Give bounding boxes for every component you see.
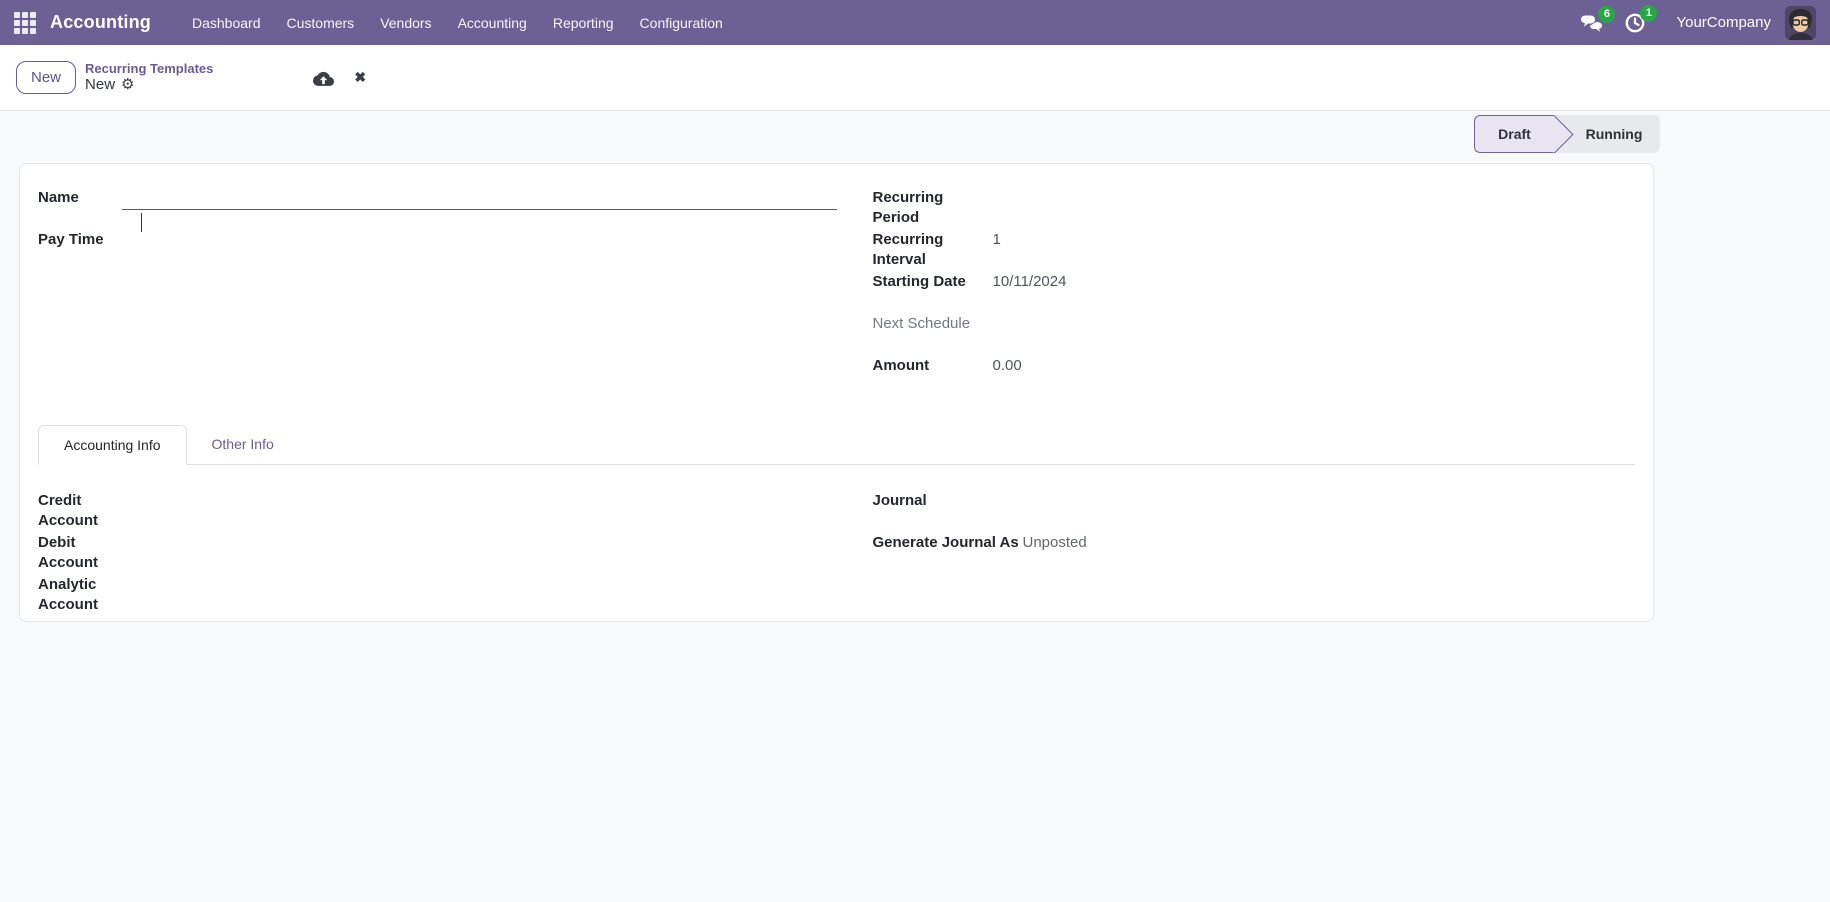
cloud-upload-icon <box>313 71 335 86</box>
activities-button[interactable]: 1 <box>1624 4 1658 34</box>
field-row-analytic-account: Analytic Account <box>38 575 837 617</box>
tab-other-info[interactable]: Other Info <box>187 424 299 464</box>
credit-account-label: Credit Account <box>38 492 98 529</box>
debit-account-value[interactable] <box>122 533 837 553</box>
credit-account-value[interactable] <box>122 491 837 511</box>
analytic-account-value[interactable] <box>122 575 837 595</box>
apps-menu-icon[interactable] <box>14 11 36 34</box>
nav-item-vendors[interactable]: Vendors <box>367 0 444 45</box>
field-row-starting-date: Starting Date 10/11/2024 <box>873 272 1636 314</box>
name-input[interactable] <box>122 188 837 210</box>
new-button[interactable]: New <box>16 61 77 94</box>
text-cursor <box>141 213 142 232</box>
nav-item-dashboard[interactable]: Dashboard <box>179 0 274 45</box>
field-row-pay-time: Pay Time <box>38 230 837 272</box>
discard-x-icon: ✖ <box>354 69 367 85</box>
top-navbar: Accounting Dashboard Customers Vendors A… <box>0 0 1830 45</box>
field-row-recurring-interval: Recurring Interval 1 <box>873 230 1636 272</box>
statusbar: Draft Running <box>1474 114 1660 154</box>
field-row-recurring-period: Recurring Period <box>873 188 1636 230</box>
avatar-face-icon <box>1785 5 1816 40</box>
starting-date-value[interactable]: 10/11/2024 <box>993 272 1636 292</box>
discard-record-button[interactable]: ✖ <box>354 69 366 86</box>
breadcrumb-current: New <box>85 76 116 93</box>
next-schedule-value <box>993 314 1636 334</box>
breadcrumb-link-recurring-templates[interactable]: Recurring Templates <box>85 61 213 76</box>
messages-button[interactable]: 6 <box>1580 5 1616 33</box>
journal-value[interactable] <box>1023 491 1636 511</box>
field-row-next-schedule: Next Schedule <box>873 314 1636 356</box>
form-sheet: Name Pay Time Recurring Period Recurring… <box>19 163 1654 622</box>
app-brand[interactable]: Accounting <box>50 12 151 33</box>
form-view: Draft Running Name Pay Time Recurring Pe… <box>0 111 1830 893</box>
notebook-tabs: Accounting Info Other Info <box>38 425 1635 465</box>
next-schedule-label: Next Schedule <box>872 315 971 332</box>
field-row-name: Name <box>38 188 837 232</box>
field-row-credit-account: Credit Account <box>38 491 837 533</box>
recurring-interval-value[interactable]: 1 <box>993 230 1636 250</box>
recurring-period-label: Recurring Period <box>872 189 944 226</box>
nav-item-configuration[interactable]: Configuration <box>627 0 736 45</box>
tab-accounting-info[interactable]: Accounting Info <box>38 425 187 465</box>
generate-journal-as-label: Generate Journal As <box>872 534 1019 551</box>
field-row-amount: Amount 0.00 <box>873 356 1636 398</box>
company-name[interactable]: YourCompany <box>1676 14 1771 31</box>
recurring-interval-label: Recurring Interval <box>872 231 944 268</box>
nav-item-accounting[interactable]: Accounting <box>445 0 540 45</box>
starting-date-label: Starting Date <box>872 273 966 290</box>
breadcrumb: Recurring Templates New ⚙ <box>85 61 213 94</box>
recurring-period-value[interactable] <box>993 188 1636 208</box>
status-draft[interactable]: Draft <box>1474 114 1574 154</box>
name-label: Name <box>38 189 79 206</box>
control-panel: New Recurring Templates New ⚙ ✖ <box>0 45 1830 111</box>
field-row-journal: Journal <box>873 491 1636 533</box>
amount-value[interactable]: 0.00 <box>993 356 1636 376</box>
user-avatar[interactable] <box>1785 5 1816 40</box>
pay-time-value[interactable] <box>122 230 837 250</box>
field-row-generate-journal-as: Generate Journal As Unposted <box>873 533 1636 575</box>
activities-badge: 1 <box>1640 4 1658 22</box>
messages-badge: 6 <box>1598 5 1616 23</box>
debit-account-label: Debit Account <box>38 534 98 571</box>
journal-label: Journal <box>872 492 927 509</box>
settings-gear-icon[interactable]: ⚙ <box>121 76 134 94</box>
nav-item-customers[interactable]: Customers <box>274 0 368 45</box>
analytic-account-label: Analytic Account <box>38 576 98 613</box>
amount-label: Amount <box>872 357 930 374</box>
pay-time-label: Pay Time <box>38 231 104 248</box>
tab-page-accounting-info: Credit Account Debit Account Analytic Ac… <box>38 465 1635 617</box>
field-row-debit-account: Debit Account <box>38 533 837 575</box>
generate-journal-as-value[interactable]: Unposted <box>1023 533 1636 553</box>
save-record-button[interactable] <box>313 70 335 86</box>
nav-item-reporting[interactable]: Reporting <box>540 0 627 45</box>
